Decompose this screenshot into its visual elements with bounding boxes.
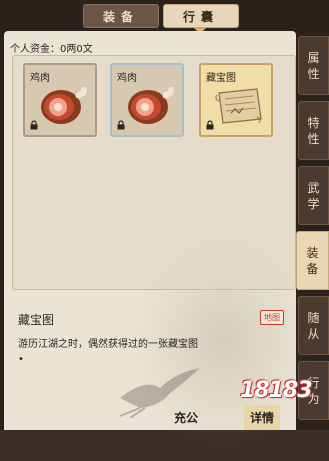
lock-icon [117, 120, 125, 130]
ham-icon [128, 87, 174, 124]
side-tab-char: 性 [307, 66, 320, 81]
side-tab-char: 属 [307, 50, 320, 65]
side-tab-char: 备 [306, 261, 319, 276]
side-tab-label: 特性 [307, 115, 319, 147]
item-extra-line: • [18, 354, 24, 365]
lock-icon [30, 120, 38, 130]
item-detail-title: 藏宝图 [18, 313, 55, 327]
inventory-slot[interactable]: 鸡肉 [110, 63, 184, 137]
personal-funds: 个人资金：0两0文 [10, 44, 93, 55]
side-tab-char: 学 [307, 196, 320, 211]
ham-icon [41, 87, 87, 124]
side-tab-martial-arts[interactable]: 武学 [298, 166, 329, 225]
side-tab-char: 随 [307, 310, 320, 325]
side-tab-char: 特 [307, 115, 320, 130]
stash-button[interactable]: 充公 [170, 405, 202, 430]
inventory-slot[interactable]: 鸡肉 [23, 63, 97, 137]
item-category-badge: 地图 [260, 310, 284, 325]
lock-icon [206, 120, 214, 130]
item-name: 藏宝图 [206, 73, 236, 84]
item-description: 游历江湖之时，偶然获得过的一张藏宝图 [18, 339, 198, 350]
item-name: 鸡肉 [117, 73, 137, 84]
treasure-map-icon [215, 88, 262, 124]
tab-inventory[interactable]: 行囊 [163, 4, 239, 28]
top-tab-bar: 装备 行囊 [83, 4, 239, 28]
side-tab-label: 随从 [307, 310, 319, 342]
side-tab-char: 性 [307, 131, 320, 146]
tab-equipment[interactable]: 装备 [83, 4, 159, 28]
side-tab-char: 从 [307, 326, 320, 341]
site-watermark: 18183 [240, 378, 313, 403]
side-tab-label: 武学 [307, 180, 319, 212]
inventory-slot-selected[interactable]: 藏宝图 [199, 63, 273, 137]
side-tab-traits[interactable]: 特性 [298, 101, 329, 160]
side-tab-char: 武 [307, 180, 320, 195]
side-tab-followers[interactable]: 随从 [298, 296, 329, 355]
item-name: 鸡肉 [30, 73, 50, 84]
side-tab-label: 属性 [307, 50, 319, 82]
side-tab-char: 装 [306, 245, 319, 260]
side-tab-equipment[interactable]: 装备 [296, 231, 329, 290]
side-tab-attributes[interactable]: 属性 [298, 36, 329, 95]
game-frame: 装备 行囊 个人资金：0两0文 鸡肉 鸡肉 藏宝图 藏宝图 地图 游历江湖之时，… [0, 0, 329, 461]
detail-button[interactable]: 详情 [244, 405, 280, 430]
side-tab-label: 装备 [306, 245, 318, 277]
